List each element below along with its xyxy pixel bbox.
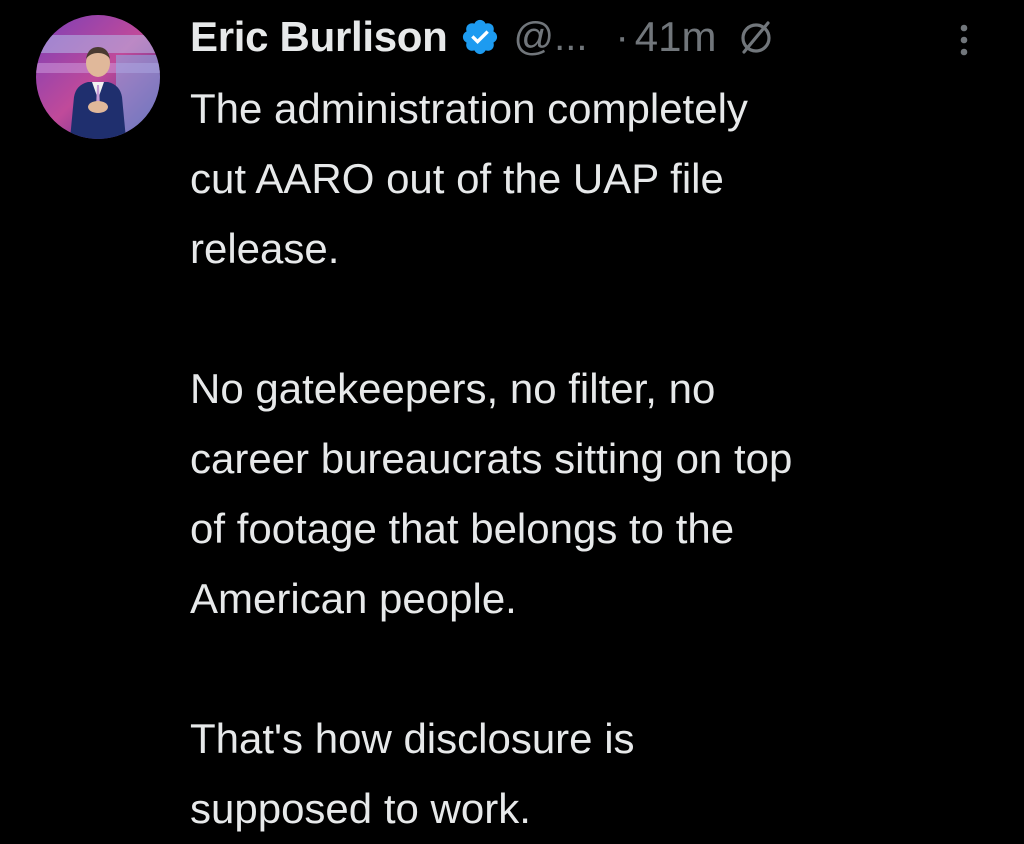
tweet-paragraph: No gatekeepers, no filter, no career bur…	[190, 365, 793, 622]
tweet[interactable]: Eric Burlison @... · 41m The administrat…	[0, 0, 1024, 841]
more-vertical-icon[interactable]	[952, 20, 976, 60]
timestamp[interactable]: 41m	[635, 13, 717, 61]
tweet-paragraph: That's how disclosure is supposed to wor…	[190, 715, 635, 832]
verified-badge-icon	[462, 19, 497, 55]
tweet-header: Eric Burlison @... · 41m	[190, 6, 776, 68]
author-name[interactable]: Eric Burlison	[190, 13, 448, 61]
author-handle[interactable]: @...	[514, 15, 588, 60]
separator-dot: ·	[615, 14, 629, 59]
avatar-photo	[36, 15, 160, 139]
tweet-paragraph: The administration completely cut AARO o…	[190, 85, 748, 272]
tweet-text: The administration completely cut AARO o…	[190, 74, 990, 844]
avatar[interactable]	[36, 15, 160, 139]
muted-icon	[741, 21, 772, 54]
